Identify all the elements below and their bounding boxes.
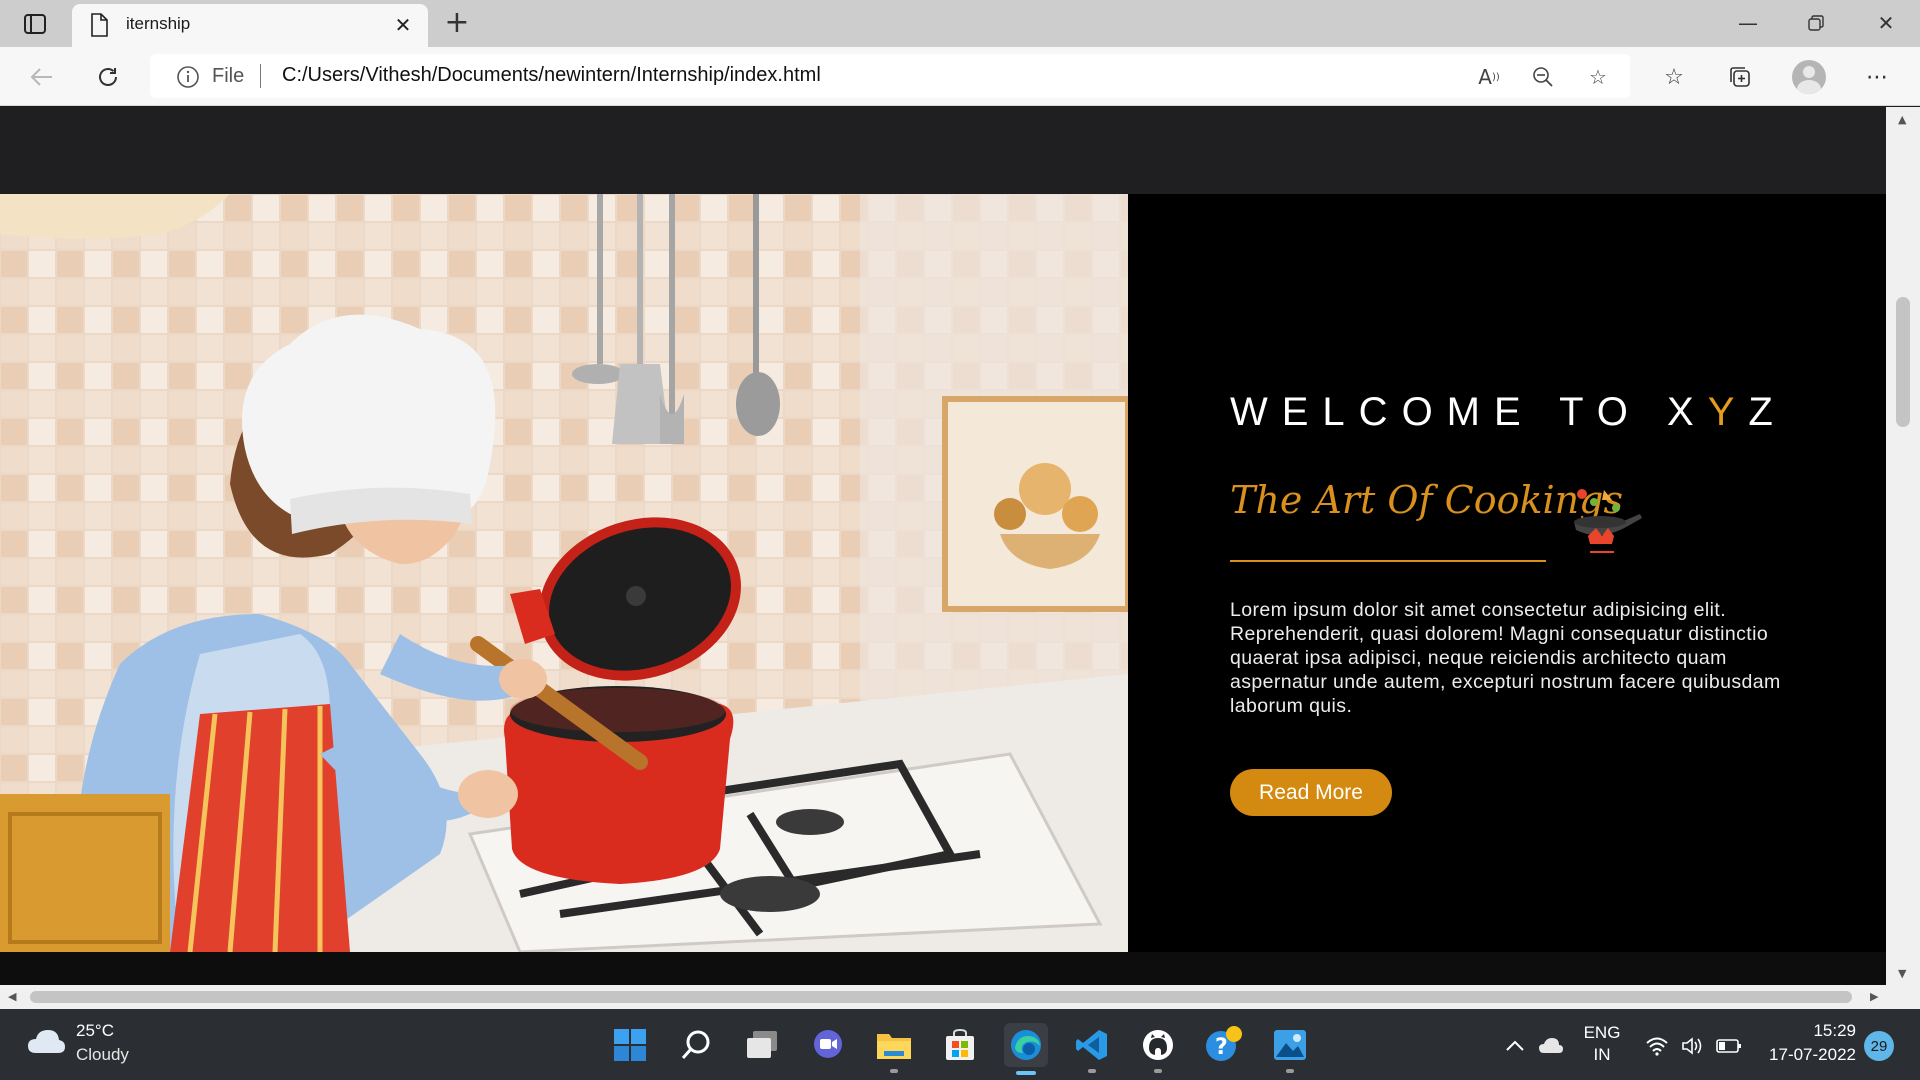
scroll-right-arrow-icon[interactable]: ▶ xyxy=(1870,990,1878,1003)
running-indicator xyxy=(1154,1069,1162,1073)
back-icon[interactable] xyxy=(24,59,60,95)
github-icon[interactable] xyxy=(1136,1023,1180,1067)
running-indicator xyxy=(890,1069,898,1073)
hero-content: WELCOME TO XYZ The Art Of Cookings Lorem… xyxy=(1230,194,1790,952)
vscode-icon[interactable] xyxy=(1070,1023,1114,1067)
notification-count-badge[interactable]: 29 xyxy=(1864,1031,1894,1061)
horizontal-scroll-thumb[interactable] xyxy=(30,991,1852,1003)
more-menu-icon[interactable]: ⋯ xyxy=(1861,61,1893,93)
refresh-icon[interactable] xyxy=(90,59,126,95)
chevron-up-icon[interactable] xyxy=(1502,1033,1528,1059)
weather-condition[interactable]: Cloudy xyxy=(76,1045,129,1065)
close-window-icon[interactable]: ✕ xyxy=(1856,6,1916,40)
search-icon[interactable] xyxy=(674,1023,718,1067)
clock-time[interactable]: 15:29 xyxy=(1760,1021,1856,1041)
next-section-peek xyxy=(0,952,1886,985)
language-line2[interactable]: IN xyxy=(1580,1045,1624,1065)
collections-icon[interactable] xyxy=(1724,61,1756,93)
horizontal-scrollbar[interactable]: ◀ ▶ xyxy=(0,985,1886,1009)
cooking-pan-icon xyxy=(1566,484,1642,560)
tips-icon[interactable]: ? xyxy=(1202,1023,1246,1067)
running-indicator xyxy=(1286,1069,1294,1073)
task-view-icon[interactable] xyxy=(740,1023,784,1067)
scroll-down-arrow-icon[interactable]: ▼ xyxy=(1898,967,1906,980)
scroll-left-arrow-icon[interactable]: ◀ xyxy=(8,990,16,1003)
new-tab-icon[interactable]: + xyxy=(440,8,474,40)
tagline-underline xyxy=(1230,560,1546,562)
onedrive-cloud-icon[interactable] xyxy=(1538,1033,1564,1059)
vertical-scrollbar[interactable]: ▲ ▼ xyxy=(1886,107,1920,985)
hero-section: WELCOME TO XYZ The Art Of Cookings Lorem… xyxy=(0,194,1886,952)
welcome-suffix: Z xyxy=(1748,390,1787,434)
profile-avatar[interactable] xyxy=(1792,60,1826,94)
welcome-accent-letter: Y xyxy=(1707,390,1749,434)
clock-date[interactable]: 17-07-2022 xyxy=(1756,1045,1856,1065)
tab-title: iternship xyxy=(126,14,191,33)
url-text[interactable]: C:/Users/Vithesh/Documents/newintern/Int… xyxy=(282,64,821,87)
vertical-scroll-thumb[interactable] xyxy=(1896,297,1910,427)
zoom-out-icon[interactable] xyxy=(1530,64,1556,90)
scheme-label: File xyxy=(212,65,245,87)
close-tab-icon[interactable]: ✕ xyxy=(390,12,416,38)
edge-icon[interactable] xyxy=(1004,1023,1048,1067)
browser-tab-bar: iternship ✕ + — ✕ xyxy=(0,0,1920,47)
page-icon xyxy=(90,13,108,41)
file-explorer-icon[interactable] xyxy=(872,1023,916,1067)
photos-icon[interactable] xyxy=(1268,1023,1312,1067)
scrollbar-corner xyxy=(1886,985,1920,1009)
favorites-icon[interactable]: ☆ xyxy=(1658,61,1690,93)
restore-icon[interactable] xyxy=(1786,6,1846,40)
start-icon[interactable] xyxy=(608,1023,652,1067)
scroll-up-arrow-icon[interactable]: ▲ xyxy=(1898,113,1906,126)
info-icon[interactable] xyxy=(176,65,200,93)
add-favorite-icon[interactable]: ☆ xyxy=(1585,64,1611,90)
active-app-indicator xyxy=(1016,1071,1036,1075)
hero-description: Lorem ipsum dolor sit amet consectetur a… xyxy=(1230,599,1781,717)
chef-cooking-image xyxy=(0,194,1128,952)
browser-tab-active[interactable]: iternship ✕ xyxy=(72,4,428,47)
language-line1[interactable]: ENG xyxy=(1580,1023,1624,1043)
address-bar[interactable]: File C:/Users/Vithesh/Documents/newinter… xyxy=(150,54,1630,98)
teams-chat-icon[interactable] xyxy=(806,1023,850,1067)
svg-text:?: ? xyxy=(1215,1035,1228,1060)
weather-temp[interactable]: 25°C xyxy=(76,1021,114,1041)
cloud-weather-icon[interactable] xyxy=(26,1027,66,1059)
tab-actions-icon[interactable] xyxy=(18,10,52,38)
tagline: The Art Of Cookings xyxy=(1230,478,1623,522)
read-aloud-icon[interactable]: A)) xyxy=(1476,64,1502,90)
welcome-prefix: WELCOME TO X xyxy=(1230,390,1708,434)
welcome-heading: WELCOME TO XYZ xyxy=(1230,390,1787,435)
windows-taskbar: 25°C Cloudy ? ENG IN 15:29 17-07-2022 29 xyxy=(0,1009,1920,1080)
page-viewport: WELCOME TO XYZ The Art Of Cookings Lorem… xyxy=(0,107,1886,985)
browser-toolbar: File C:/Users/Vithesh/Documents/newinter… xyxy=(0,47,1920,106)
store-icon[interactable] xyxy=(938,1023,982,1067)
running-indicator xyxy=(1088,1069,1096,1073)
address-separator xyxy=(260,64,261,88)
minimize-icon[interactable]: — xyxy=(1718,6,1778,40)
wifi-icon[interactable] xyxy=(1644,1033,1670,1059)
volume-icon[interactable] xyxy=(1680,1033,1706,1059)
read-more-button[interactable]: Read More xyxy=(1230,769,1392,816)
battery-icon[interactable] xyxy=(1716,1033,1742,1059)
